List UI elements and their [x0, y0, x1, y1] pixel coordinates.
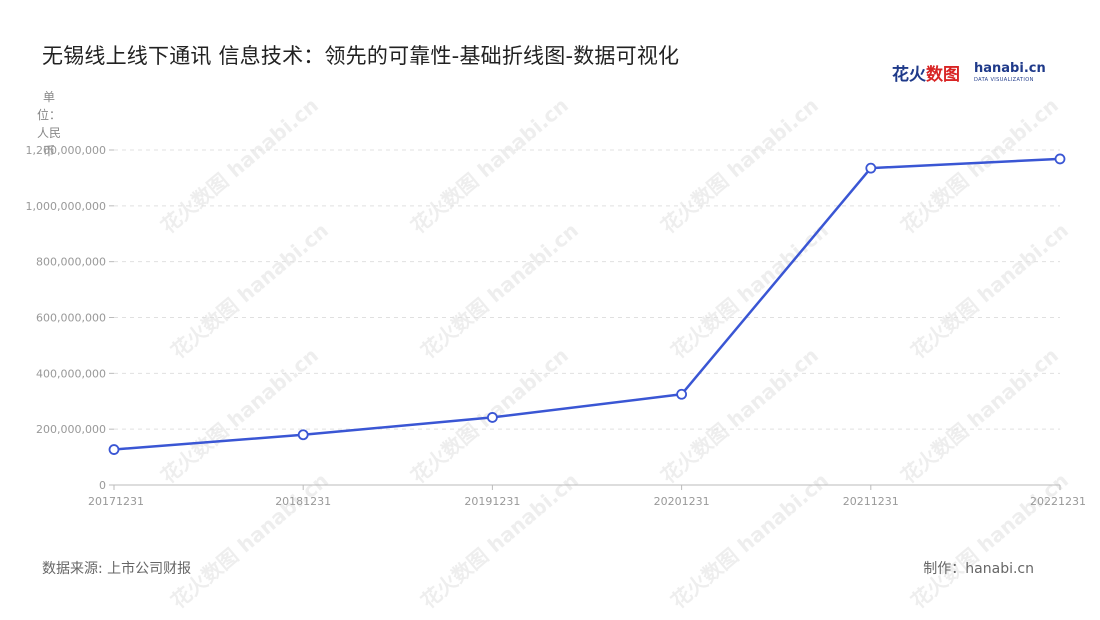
x-tick-label: 20181231: [275, 495, 331, 508]
y-tick-label: 800,000,000: [36, 256, 106, 269]
x-tick-label: 20211231: [843, 495, 899, 508]
data-points: [108, 153, 1066, 455]
series-line: [113, 157, 1061, 451]
y-tick-label: 1,000,000,000: [26, 200, 106, 213]
line-chart: 0 200,000,000 400,000,000 600,000,000 800,00…: [26, 144, 1086, 508]
grid-lines: [114, 149, 1060, 430]
y-axis-ticks: 0 200,000,000 400,000,000 600,000,000 800,00…: [26, 144, 114, 492]
data-point: [865, 162, 877, 174]
y-tick-label: 400,000,000: [36, 367, 106, 380]
data-point: [108, 444, 120, 455]
x-axis-ticks: 20171231 20181231 20191231 20201231 20211231…: [88, 485, 1086, 508]
data-point: [1054, 153, 1066, 165]
x-tick-label: 20191231: [464, 495, 520, 508]
maker-credit: 制作：hanabi.cn: [923, 561, 1034, 577]
y-tick-label: 1,200,000,000: [26, 144, 106, 157]
data-point: [486, 412, 498, 423]
data-point: [676, 388, 687, 400]
x-tick-label: 20171231: [88, 495, 144, 508]
y-tick-label: 0: [99, 479, 106, 492]
x-tick-label: 20221231: [1030, 495, 1086, 508]
data-source-note: 数据来源: 上市公司财报: [42, 561, 192, 577]
x-tick-label: 20201231: [654, 495, 710, 508]
y-tick-label: 200,000,000: [36, 423, 106, 436]
data-point: [297, 429, 309, 441]
y-tick-label: 600,000,000: [36, 312, 106, 325]
